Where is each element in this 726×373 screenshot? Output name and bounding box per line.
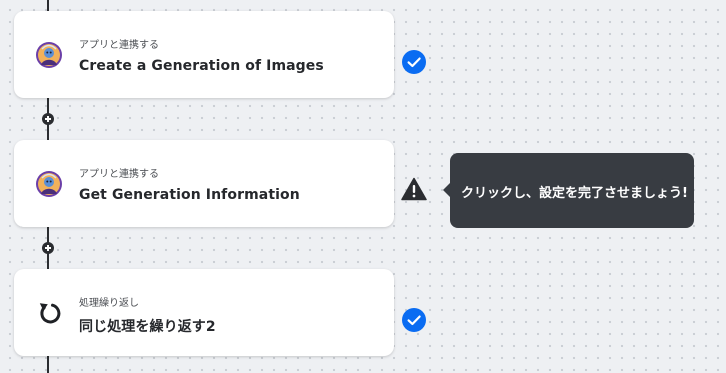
step-card-loop[interactable]: 処理繰り返し 同じ処理を繰り返す2: [14, 269, 394, 356]
app-avatar-icon: [36, 171, 62, 197]
step-card-get-generation-info[interactable]: アプリと連携する Get Generation Information: [14, 140, 394, 227]
step-category-label: アプリと連携する: [79, 169, 159, 180]
step-title: Get Generation Information: [79, 187, 300, 203]
step-card-create-generation[interactable]: アプリと連携する Create a Generation of Images: [14, 11, 394, 98]
step-category-label: アプリと連携する: [79, 40, 159, 51]
flow-line: [47, 356, 49, 373]
loop-arrow-icon: [39, 303, 61, 324]
check-circle-icon: [402, 308, 426, 332]
check-circle-icon: [402, 50, 426, 74]
step-title: Create a Generation of Images: [79, 58, 324, 74]
step-title: 同じ処理を繰り返す2: [79, 319, 216, 335]
step-category-label: 処理繰り返し: [79, 298, 139, 309]
warning-icon[interactable]: [401, 177, 427, 201]
flow-canvas: アプリと連携する Create a Generation of Images ア…: [0, 0, 726, 373]
setup-hint-tooltip: クリックし、設定を完了させましょう!: [443, 153, 694, 228]
add-step-button[interactable]: [42, 113, 54, 125]
app-avatar-icon: [36, 42, 62, 68]
add-step-button[interactable]: [42, 242, 54, 254]
tooltip-text: クリックし、設定を完了させましょう!: [461, 186, 688, 201]
